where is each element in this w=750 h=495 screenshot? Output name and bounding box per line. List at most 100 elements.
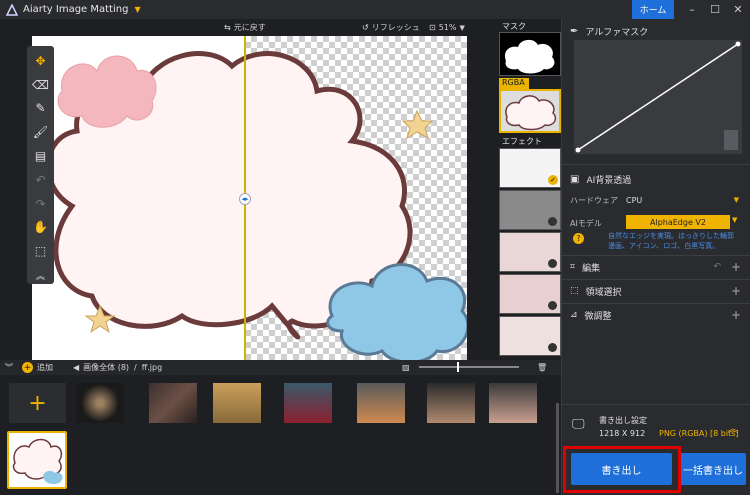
path-root[interactable]: 画像全体 (8) xyxy=(83,362,129,373)
rgba-thumbnail[interactable] xyxy=(499,89,561,133)
ai-bg-title: AI背景透過 xyxy=(586,175,632,186)
mask-thumbnail[interactable] xyxy=(499,32,561,76)
chevron-down-icon[interactable]: ▼ xyxy=(732,216,737,224)
undo-icon[interactable]: ↶ xyxy=(713,262,721,272)
minimize-icon[interactable]: – xyxy=(680,0,704,19)
chevron-down-icon[interactable]: ▼ xyxy=(134,5,140,14)
path-separator: / xyxy=(134,363,137,372)
plus-icon[interactable]: + xyxy=(731,284,741,298)
effect-thumbnail-3[interactable] xyxy=(499,232,561,272)
chevron-up-icon[interactable]: ︽ xyxy=(728,420,738,435)
effect-thumbnail-5[interactable] xyxy=(499,316,561,356)
hardware-label: ハードウェア xyxy=(570,195,618,205)
roller-icon[interactable]: ▤ xyxy=(32,147,50,165)
right-panel: ✒ アルファマスク ▣ AI背景透過 ハードウェア CPU ▼ AIモデル Al… xyxy=(561,19,750,495)
close-icon[interactable]: ✕ xyxy=(726,0,750,19)
brush-icon[interactable]: 🖌 xyxy=(32,123,50,141)
model-select[interactable]: AlphaEdge V2 xyxy=(626,215,730,229)
dot-icon xyxy=(548,343,557,352)
zoom-value: 51% xyxy=(438,23,457,32)
export-format: PNG (RGBA) [8 bits] xyxy=(659,429,739,438)
batch-export-button[interactable]: 一括書き出し xyxy=(680,453,746,485)
fine-tune-section[interactable]: ⊿ 微調整 + xyxy=(562,307,750,323)
move-tool-icon[interactable]: ✥ xyxy=(32,52,50,70)
zoom-icon: ⊡ xyxy=(429,23,436,32)
gallery-scrollbar[interactable] xyxy=(556,403,559,493)
pen-icon[interactable]: ✎ xyxy=(32,100,50,118)
refresh-icon: ↺ xyxy=(362,23,369,32)
back-arrow-icon[interactable]: ◀ xyxy=(73,363,79,372)
model-label: AIモデル xyxy=(570,218,602,228)
undo-arrow-icon[interactable]: ↶ xyxy=(32,171,50,189)
alpha-curve-chart[interactable] xyxy=(574,40,742,154)
gallery-thumbnail-5[interactable] xyxy=(357,383,405,423)
alpha-mask-title: アルファマスク xyxy=(585,27,649,38)
effect-label: エフェクト xyxy=(502,137,542,146)
effect-thumbnail-4[interactable] xyxy=(499,274,561,314)
export-resolution: 1218 X 912 xyxy=(599,429,646,438)
gallery-thumbnail-4[interactable] xyxy=(284,383,332,423)
gallery-thumbnail-6[interactable] xyxy=(427,383,475,423)
app-title: Aiarty Image Matting xyxy=(23,4,129,15)
region-select-section[interactable]: ⬚ 領域選択 + xyxy=(562,283,750,299)
image-icon[interactable]: ▨ xyxy=(402,363,410,372)
image-gallery: + xyxy=(0,375,561,495)
gallery-thumbnail-1[interactable] xyxy=(76,383,124,423)
thumbnail-size-slider[interactable] xyxy=(419,362,519,372)
chevron-down-icon: ▼ xyxy=(733,196,739,204)
add-image-tile[interactable]: + xyxy=(9,383,66,423)
hardware-value: CPU xyxy=(626,195,643,205)
divider xyxy=(562,404,750,405)
home-button[interactable]: ホーム xyxy=(632,0,674,19)
maximize-icon[interactable]: ☐ xyxy=(703,0,727,19)
eyedropper-icon[interactable]: ✒ xyxy=(570,26,578,37)
model-description: 自然なエッジを実現。ほっきりした輪郭 漫画、アイコン、ロゴ、白黒写真。 xyxy=(608,232,734,250)
undo-button[interactable]: ⇆ 元に戻す xyxy=(224,22,266,33)
frame-icon[interactable]: ⬚ xyxy=(32,242,50,260)
path-file: ff.jpg xyxy=(141,363,163,372)
help-icon[interactable]: ? xyxy=(573,233,584,244)
ai-icon: ▣ xyxy=(570,173,580,185)
trash-icon[interactable]: 🗑 xyxy=(537,363,547,372)
effect-thumbnail-1[interactable]: ✓ xyxy=(499,148,561,188)
check-icon: ✓ xyxy=(548,175,558,185)
undo-label: 元に戻す xyxy=(233,23,266,32)
divider xyxy=(562,303,750,304)
collapse-icon[interactable]: ︾ xyxy=(5,362,13,373)
gallery-thumbnail-3[interactable] xyxy=(213,383,261,423)
mask-label: マスク xyxy=(502,22,526,31)
chevron-down-icon: ▼ xyxy=(459,23,465,32)
slider-handle[interactable] xyxy=(457,362,459,372)
dot-icon xyxy=(548,301,557,310)
gallery-thumbnail-2[interactable] xyxy=(149,383,197,423)
gallery-thumbnail-7[interactable] xyxy=(489,383,537,423)
hardware-select[interactable]: CPU ▼ xyxy=(626,193,739,207)
hand-icon[interactable]: ✋ xyxy=(32,219,50,237)
dot-icon xyxy=(548,259,557,268)
annotation-highlight-box xyxy=(563,446,681,493)
app-logo-icon xyxy=(6,3,18,16)
gallery-thumbnail-selected[interactable] xyxy=(7,431,67,489)
region-icon: ⬚ xyxy=(570,286,579,296)
add-icon[interactable]: + xyxy=(22,362,33,373)
compare-handle-icon[interactable]: ◂▸ xyxy=(239,193,251,205)
effect-thumbnail-2[interactable] xyxy=(499,190,561,230)
eraser-icon[interactable]: ⌫ xyxy=(32,76,50,94)
add-label[interactable]: 追加 xyxy=(37,362,53,373)
divider xyxy=(562,255,750,256)
refresh-label: リフレッシュ xyxy=(371,23,420,32)
export-settings-label: 書き出し設定 xyxy=(599,416,647,425)
edit-section[interactable]: ⌗ 編集 ↶ + xyxy=(562,259,750,275)
zoom-control[interactable]: ⊡ 51% ▼ xyxy=(429,23,465,32)
collapse-icon[interactable]: ︽ xyxy=(32,266,50,284)
undo-icon: ⇆ xyxy=(224,23,231,32)
plus-icon[interactable]: + xyxy=(731,260,741,274)
redo-arrow-icon[interactable]: ↷ xyxy=(32,195,50,213)
refresh-button[interactable]: ↺ リフレッシュ xyxy=(362,22,420,33)
edit-label: 編集 xyxy=(582,263,601,274)
edit-icon: ⌗ xyxy=(570,262,576,272)
export-settings[interactable]: 🖵 書き出し設定 1218 X 912 PNG (RGBA) [8 bits] … xyxy=(562,411,750,441)
plus-icon[interactable]: + xyxy=(731,308,741,322)
dot-icon xyxy=(548,217,557,226)
divider xyxy=(562,279,750,280)
